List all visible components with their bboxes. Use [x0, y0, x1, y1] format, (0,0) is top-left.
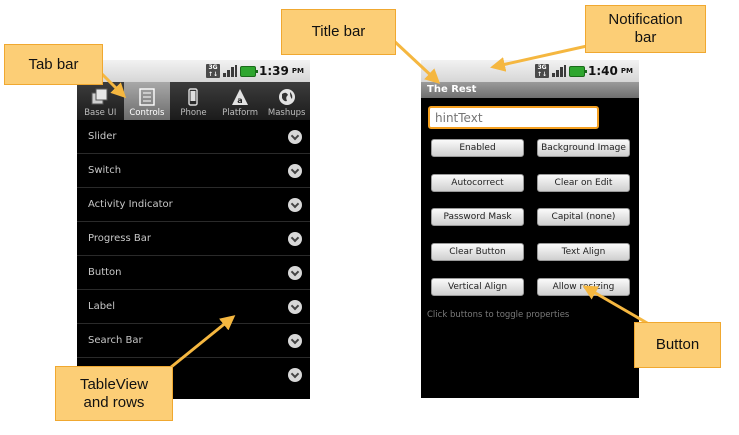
capital-button[interactable]: Capital (none) [537, 208, 630, 226]
svg-text:a: a [237, 96, 242, 105]
tab-label: Mashups [267, 108, 306, 118]
clear-button-button[interactable]: Clear Button [431, 243, 524, 261]
chevron-down-icon[interactable] [288, 368, 302, 382]
table-row-progress-bar[interactable]: Progress Bar [77, 222, 310, 256]
tab-bar-callout: Tab bar [4, 44, 103, 85]
battery-icon [240, 65, 259, 77]
text-align-button[interactable]: Text Align [537, 243, 630, 261]
row-label: Search Bar [88, 335, 143, 346]
tab-controls[interactable]: Controls [123, 82, 171, 120]
globe-icon [278, 88, 296, 106]
list-icon [138, 88, 156, 106]
table-row-label[interactable]: Label [77, 290, 310, 324]
row-label: Switch [88, 165, 122, 176]
chevron-down-icon[interactable] [288, 265, 302, 280]
hint-text-field[interactable] [428, 106, 599, 129]
platform-icon: a [231, 88, 249, 106]
tab-label: Controls [129, 108, 165, 118]
tab-label: Base UI [84, 108, 117, 118]
right-phone-screen: 3G↑↓ 1:40 PM The Rest Enabled Background… [421, 60, 639, 398]
table-row-search-bar[interactable]: Search Bar [77, 324, 310, 358]
notification-bar: 3G ↑↓ 1:40 PM [421, 60, 639, 82]
row-label: Activity Indicator [88, 199, 173, 210]
row-label: Label [88, 301, 115, 312]
3g-icon: 3G ↑↓ [535, 64, 550, 78]
tab-label: Platform [222, 108, 258, 118]
3g-icon: 3G ↑↓ [206, 64, 221, 78]
status-time: 1:39 [259, 64, 289, 78]
table-view: Slider Switch Activity Indicator Progres… [77, 120, 310, 399]
allow-resizing-button[interactable]: Allow resizing [537, 278, 630, 296]
tab-base-ui[interactable]: Base UI [77, 82, 124, 120]
notification-bar-callout: Notification bar [585, 5, 706, 53]
autocorrect-button[interactable]: Autocorrect [431, 174, 524, 192]
chevron-down-icon[interactable] [288, 163, 302, 178]
phone-icon [184, 88, 202, 106]
left-phone-screen: 3G ↑↓ 1:39 PM Base UI Controls Phone a P… [77, 60, 310, 399]
help-text: Click buttons to toggle properties [427, 310, 570, 320]
password-mask-button[interactable]: Password Mask [431, 208, 524, 226]
row-label: Button [88, 267, 122, 278]
tab-bar: Base UI Controls Phone a Platform Mashup… [77, 82, 310, 120]
table-row-switch[interactable]: Switch [77, 154, 310, 188]
row-label: Progress Bar [88, 233, 151, 244]
vertical-align-button[interactable]: Vertical Align [431, 278, 524, 296]
status-ampm: PM [620, 67, 633, 75]
status-ampm: PM [291, 67, 304, 75]
notification-bar: 3G ↑↓ 1:39 PM [77, 60, 310, 82]
windows-icon [91, 88, 109, 106]
tab-mashups[interactable]: Mashups [263, 82, 310, 120]
title-bar: The Rest [421, 82, 639, 98]
background-image-button[interactable]: Background Image [537, 139, 630, 157]
signal-icon [552, 64, 567, 78]
table-row-activity-indicator[interactable]: Activity Indicator [77, 188, 310, 222]
tab-phone[interactable]: Phone [170, 82, 217, 120]
tab-label: Phone [180, 108, 207, 118]
chevron-down-icon[interactable] [288, 299, 302, 314]
title-bar-callout: Title bar [281, 9, 396, 55]
button-callout: Button [634, 322, 721, 368]
status-time: 1:40 [588, 64, 618, 78]
tableview-callout: TableView and rows [55, 366, 173, 421]
chevron-down-icon[interactable] [288, 231, 302, 246]
clear-on-edit-button[interactable]: Clear on Edit [537, 174, 630, 192]
tab-platform[interactable]: a Platform [217, 82, 264, 120]
table-row-slider[interactable]: Slider [77, 120, 310, 154]
table-row-button[interactable]: Button [77, 256, 310, 290]
battery-icon [569, 65, 588, 77]
row-label: Slider [88, 131, 117, 142]
chevron-down-icon[interactable] [288, 197, 302, 212]
signal-icon [223, 64, 238, 78]
chevron-down-icon[interactable] [288, 129, 302, 144]
enabled-button[interactable]: Enabled [431, 139, 524, 157]
chevron-down-icon[interactable] [288, 333, 302, 348]
